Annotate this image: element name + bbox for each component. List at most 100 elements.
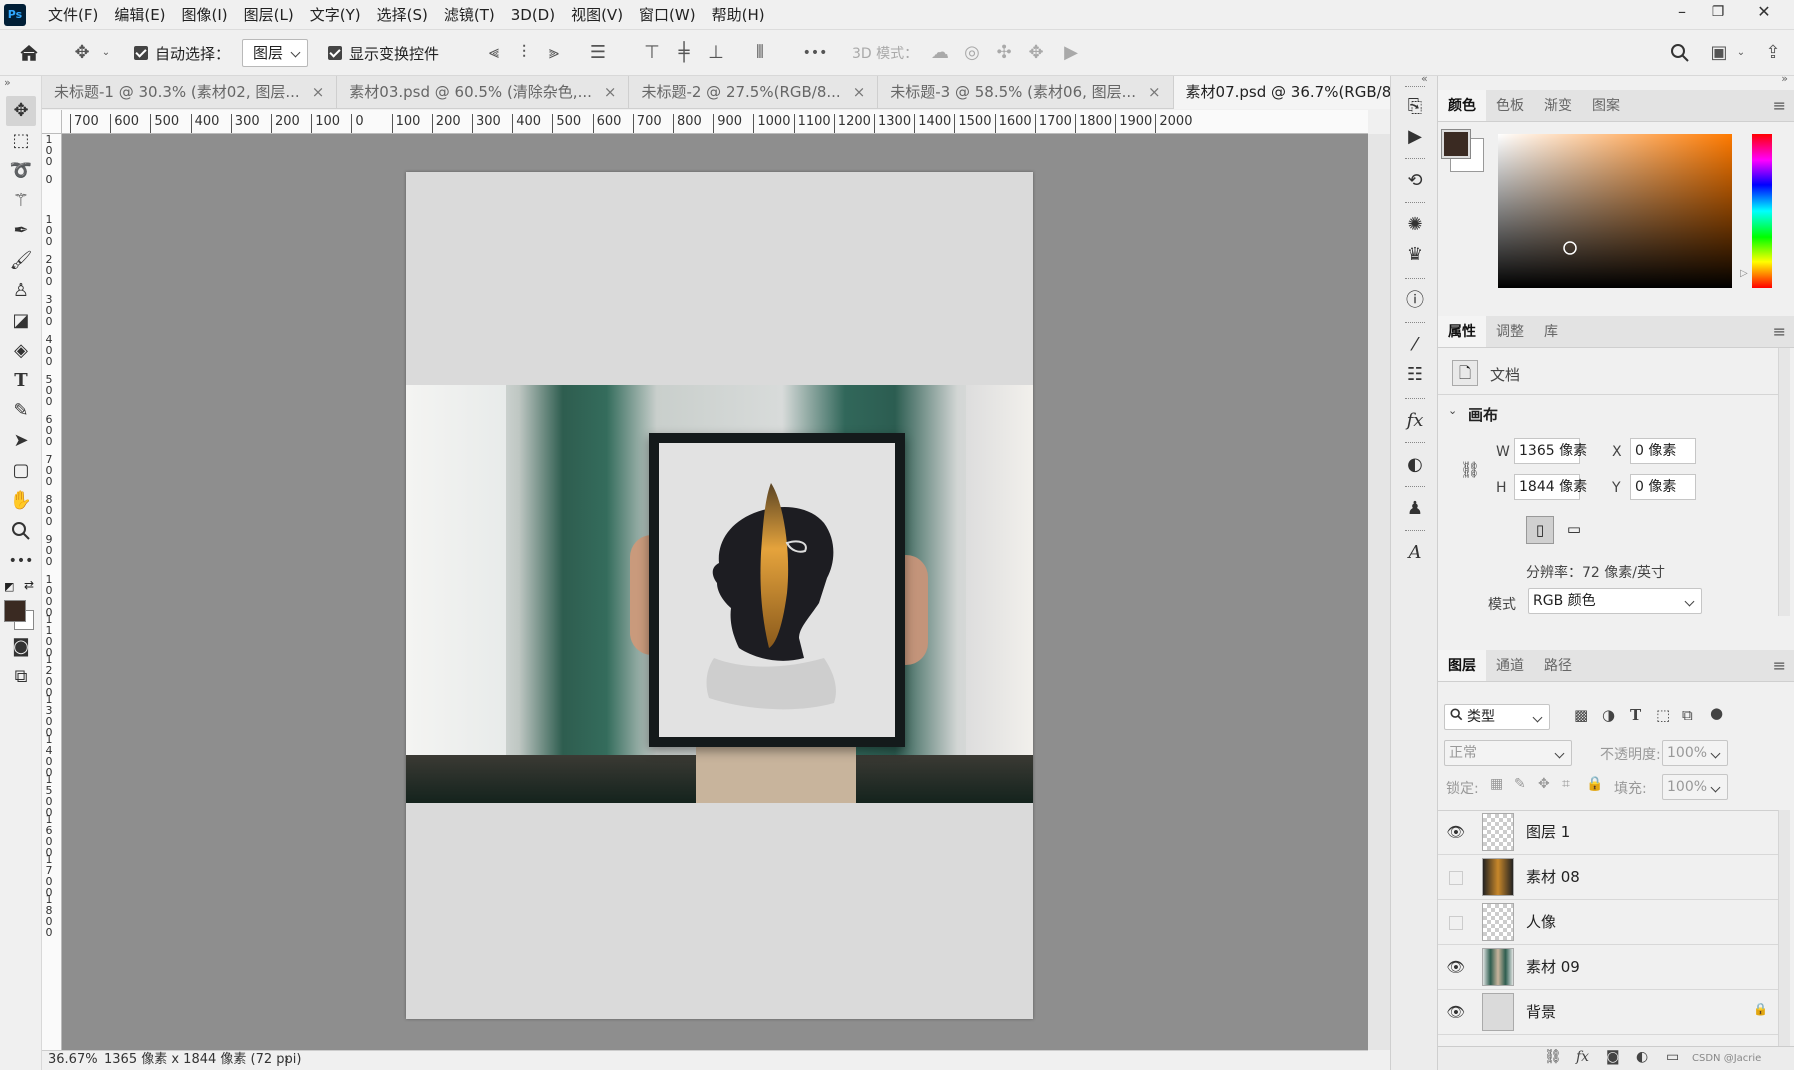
path-selection-tool-icon[interactable]: ➤ [6, 426, 36, 456]
panel-tab[interactable]: 图层 [1438, 650, 1486, 681]
new-group-icon[interactable]: ▭ [1666, 1049, 1679, 1065]
lock-artboard-icon[interactable]: ⌗ [1562, 776, 1570, 792]
align-center-icon[interactable]: ⫶ [512, 38, 536, 68]
document-tab[interactable]: 素材03.psd @ 60.5% (清除杂色,... × [337, 76, 630, 109]
document-tab[interactable]: 未标题-1 @ 30.3% (素材02, 图层... × [42, 76, 338, 109]
tool-presets-icon[interactable]: ⁄ [1400, 330, 1430, 360]
close-button[interactable]: ✕ [1746, 0, 1782, 26]
type-tool-icon[interactable]: T [6, 366, 36, 396]
share-icon[interactable]: ⇪ [1760, 38, 1786, 68]
menu-item[interactable]: 图层(L) [236, 0, 302, 30]
filter-smart-object-icon[interactable]: ⧉ [1682, 706, 1693, 724]
move-tool-icon[interactable]: ✥ [6, 96, 36, 126]
chevron-down-icon[interactable]: ⌄ [1448, 404, 1457, 417]
zoom-tool-icon[interactable] [6, 516, 36, 546]
menu-item[interactable]: 窗口(W) [631, 0, 704, 30]
align-right-icon[interactable]: ⫸ [542, 38, 566, 68]
panel-tab[interactable]: 路径 [1534, 650, 1582, 681]
history-states-icon[interactable]: ⎘ [1400, 92, 1430, 122]
canvas-area[interactable] [62, 134, 1368, 1050]
stamp-tool-icon[interactable]: ♙ [6, 276, 36, 306]
eyedropper-tool-icon[interactable]: ✒ [6, 216, 36, 246]
width-field[interactable]: 1365 像素 [1514, 438, 1587, 464]
hue-slider[interactable] [1752, 134, 1772, 288]
chevron-down-icon[interactable]: ⌄ [1734, 38, 1748, 68]
vertical-scrollbar[interactable] [1368, 134, 1390, 1050]
layer-style-icon[interactable]: fx [1576, 1049, 1589, 1065]
more-tools-icon[interactable]: ••• [6, 546, 36, 576]
menu-item[interactable]: 3D(D) [503, 0, 563, 30]
brush-settings-icon[interactable]: ✺ [1400, 210, 1430, 240]
panel-tab[interactable]: 属性 [1438, 316, 1486, 347]
info-icon[interactable]: ⓘ [1400, 286, 1430, 316]
lasso-tool-icon[interactable]: ➰ [6, 156, 36, 186]
panel-menu-icon[interactable]: ≡ [1773, 96, 1786, 115]
lock-position-icon[interactable]: ✥ [1538, 776, 1550, 792]
swap-colors-icon[interactable]: ⇄ [24, 578, 34, 592]
tab-close-icon[interactable]: × [853, 83, 866, 101]
collapse-chevron-icon[interactable]: » [4, 76, 11, 89]
menu-item[interactable]: 帮助(H) [704, 0, 773, 30]
adjustments-icon[interactable]: ☷ [1400, 360, 1430, 390]
3d-camera-icon[interactable]: ▶ [1058, 38, 1084, 68]
add-mask-icon[interactable]: ◙ [1606, 1049, 1620, 1065]
brush-tool-icon[interactable]: 🖌 [6, 246, 36, 276]
horizontal-ruler[interactable]: 700 600 500 400 300 200 100 0 100 200 300 400 500 600… [62, 110, 1368, 134]
fill-field[interactable]: 100% [1662, 774, 1728, 800]
filter-type-icon[interactable]: T [1630, 706, 1641, 724]
layer-row[interactable]: 👁 图层 1 [1438, 810, 1778, 855]
distribute-icon[interactable]: ☰ [586, 38, 610, 68]
x-field[interactable]: 0 像素 [1630, 438, 1696, 464]
align-left-icon[interactable]: ⫷ [482, 38, 506, 68]
paint-bucket-tool-icon[interactable]: ◈ [6, 336, 36, 366]
lock-all-icon[interactable]: 🔒 [1586, 776, 1603, 792]
status-menu-arrow[interactable]: › [284, 1051, 289, 1069]
layer-row[interactable]: 👁 背景 🔒 [1438, 990, 1778, 1035]
align-bottom-icon[interactable]: ⊥ [704, 38, 728, 68]
eraser-tool-icon[interactable]: ◪ [6, 306, 36, 336]
color-field[interactable] [1498, 134, 1732, 288]
color-mode-dropdown[interactable]: RGB 颜色 [1528, 588, 1702, 614]
panel-tab[interactable]: 渐变 [1534, 90, 1582, 121]
hand-tool-icon[interactable]: ✋ [6, 486, 36, 516]
minimize-button[interactable]: – [1664, 0, 1700, 26]
3d-orbit-icon[interactable]: ☁ [928, 38, 952, 68]
screen-mode-icon[interactable]: ⧉ [6, 662, 36, 692]
layers-scrollbar[interactable] [1778, 810, 1790, 1046]
filter-toggle-icon[interactable]: ● [1710, 704, 1723, 722]
canvas-section-title[interactable]: 画布 [1468, 404, 1498, 425]
layer-row[interactable]: 👁 素材 09 [1438, 945, 1778, 990]
layer-name[interactable]: 素材 08 [1526, 867, 1580, 887]
visibility-off-box[interactable] [1449, 916, 1463, 930]
menu-item[interactable]: 文件(F) [40, 0, 106, 30]
more-options-icon[interactable]: ••• [800, 38, 830, 68]
pen-tool-icon[interactable]: ✎ [6, 396, 36, 426]
lock-image-icon[interactable]: ✎ [1514, 776, 1526, 792]
portrait-orientation-icon[interactable]: ▯ [1526, 516, 1554, 544]
tab-close-icon[interactable]: × [604, 83, 617, 101]
foreground-color-swatch[interactable] [4, 600, 26, 622]
shape-tool-icon[interactable]: ▢ [6, 456, 36, 486]
layer-name[interactable]: 图层 1 [1526, 822, 1570, 842]
restore-button[interactable]: ❐ [1700, 0, 1736, 26]
workspace-icon[interactable]: ▣ [1706, 38, 1732, 68]
document-tab[interactable]: 未标题-2 @ 27.5%(RGB/8... × [629, 76, 879, 109]
menu-item[interactable]: 选择(S) [369, 0, 436, 30]
height-field[interactable]: 1844 像素 [1514, 474, 1587, 500]
align-middle-icon[interactable]: ╪ [672, 38, 696, 68]
properties-scrollbar[interactable] [1778, 348, 1790, 616]
zoom-level[interactable]: 36.67% [48, 1051, 98, 1069]
move-tool-icon[interactable]: ✥ [70, 38, 94, 68]
visibility-off-box[interactable] [1449, 871, 1463, 885]
menu-item[interactable]: 视图(V) [563, 0, 631, 30]
auto-select-target-dropdown[interactable]: 图层 [242, 38, 309, 68]
collapse-chevron-icon[interactable]: » [1781, 72, 1788, 85]
quick-mask-icon[interactable]: ◙ [6, 632, 36, 662]
chevron-down-icon[interactable]: ⌄ [100, 38, 112, 68]
document-tab[interactable]: 未标题-3 @ 58.5% (素材06, 图层... × [878, 76, 1174, 109]
layer-row[interactable]: 素材 08 [1438, 855, 1778, 900]
link-icon[interactable]: ⛓ [1460, 460, 1480, 479]
magic-wand-tool-icon[interactable]: ⚚ [6, 186, 36, 216]
opacity-field[interactable]: 100% [1662, 740, 1728, 766]
panel-tab[interactable]: 颜色 [1438, 90, 1486, 121]
